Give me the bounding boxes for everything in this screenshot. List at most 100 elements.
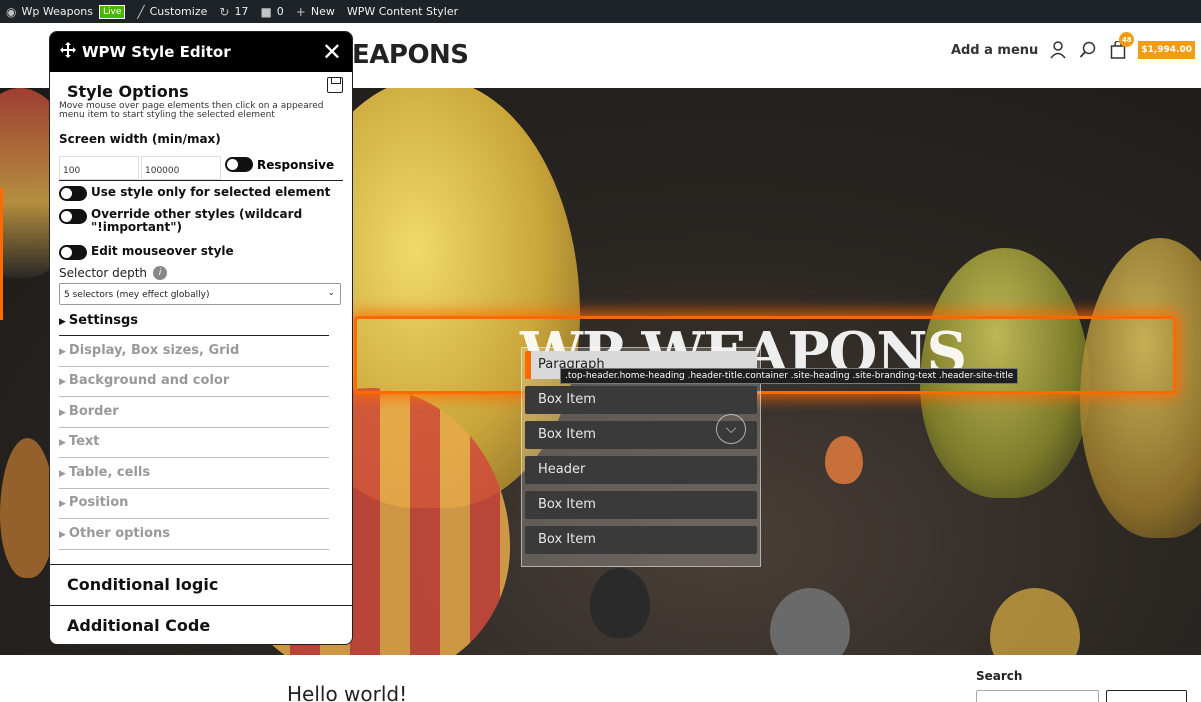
mouseover-toggle[interactable]: Edit mouseover style bbox=[59, 244, 234, 260]
search-widget-label: Search bbox=[976, 669, 1023, 683]
selected-element-toggle[interactable]: Use style only for selected element bbox=[59, 185, 330, 201]
updates-count: 17 bbox=[234, 5, 249, 18]
accordion-label: Text bbox=[68, 434, 100, 449]
cart-count-badge: 48 bbox=[1119, 32, 1135, 47]
save-icon[interactable] bbox=[327, 77, 343, 93]
admin-bar-plugin[interactable]: WPW Content Styler bbox=[341, 0, 464, 23]
triangle-right-icon: ▶ bbox=[59, 408, 66, 418]
accordion-label: Position bbox=[68, 495, 129, 510]
admin-bar-site[interactable]: ◉ Wp Weapons Live bbox=[0, 0, 131, 23]
triangle-right-icon: ▶ bbox=[59, 438, 66, 448]
divider bbox=[59, 518, 329, 519]
selected-element-label: Use style only for selected element bbox=[91, 185, 331, 199]
editor-header[interactable]: WPW Style Editor ✕ bbox=[50, 32, 352, 72]
picker-item-box-item[interactable]: Box Item bbox=[525, 526, 757, 554]
search-icon[interactable] bbox=[1078, 40, 1098, 60]
admin-bar-site-name: Wp Weapons bbox=[21, 5, 93, 18]
selector-tooltip: .top-header.home-heading .header-title.c… bbox=[560, 368, 1019, 384]
balloon-small-1 bbox=[825, 436, 863, 484]
admin-bar-new[interactable]: + New bbox=[290, 0, 341, 23]
editor-instructions: Move mouse over page elements then click… bbox=[59, 101, 324, 120]
post-title[interactable]: Hello world! bbox=[287, 682, 407, 702]
selector-depth-label: Selector depth bbox=[59, 266, 148, 280]
accordion-label: Other options bbox=[68, 526, 171, 541]
selection-edge-marker bbox=[0, 188, 3, 320]
comment-icon: ■ bbox=[260, 4, 272, 19]
search-button[interactable] bbox=[1106, 690, 1187, 702]
accordion-table[interactable]: ▶ Table, cells bbox=[59, 465, 150, 480]
balloon-small-4 bbox=[990, 588, 1080, 655]
accordion-display[interactable]: ▶ Display, Box sizes, Grid bbox=[59, 343, 239, 358]
conditional-logic-section[interactable]: Conditional logic bbox=[50, 564, 352, 605]
divider bbox=[59, 457, 329, 458]
accordion-text[interactable]: ▶ Text bbox=[59, 434, 99, 449]
selected-element-switch[interactable] bbox=[59, 186, 87, 201]
user-icon[interactable] bbox=[1048, 40, 1068, 60]
triangle-right-icon: ▶ bbox=[59, 377, 66, 387]
customize-label: Customize bbox=[149, 5, 208, 18]
responsive-switch[interactable] bbox=[225, 157, 253, 172]
accordion-settings[interactable]: ▶ Settinsgs bbox=[59, 313, 138, 328]
picker-item-box-item[interactable]: Box Item bbox=[525, 491, 757, 519]
picker-item-box-item[interactable]: Box Item bbox=[525, 386, 757, 414]
triangle-right-icon: ▶ bbox=[59, 347, 66, 357]
new-label: New bbox=[310, 5, 335, 18]
header-actions: Add a menu 48 $1,994.00 bbox=[951, 32, 1195, 60]
divider bbox=[59, 180, 343, 181]
chevron-down-icon: ⌄ bbox=[327, 288, 335, 298]
override-switch[interactable] bbox=[59, 209, 87, 224]
selector-depth-select[interactable]: 5 selectors (mey effect globally) ⌄ bbox=[59, 283, 341, 305]
accordion-border[interactable]: ▶ Border bbox=[59, 404, 119, 419]
site-title[interactable]: EAPONS bbox=[352, 40, 469, 70]
divider bbox=[59, 335, 329, 336]
comments-count: 0 bbox=[276, 5, 284, 18]
mouseover-label: Edit mouseover style bbox=[91, 244, 234, 258]
move-icon[interactable] bbox=[60, 42, 76, 62]
balloon-small-5 bbox=[0, 438, 55, 578]
picker-item-header[interactable]: Header bbox=[525, 456, 757, 484]
accordion-label: Table, cells bbox=[68, 465, 151, 480]
mouseover-switch[interactable] bbox=[59, 245, 87, 260]
admin-bar-customize[interactable]: ╱ Customize bbox=[131, 0, 213, 23]
divider bbox=[59, 549, 329, 550]
additional-code-label: Additional Code bbox=[67, 616, 211, 635]
triangle-right-icon: ▶ bbox=[59, 530, 66, 540]
selector-depth-value: 5 selectors (mey effect globally) bbox=[64, 290, 210, 300]
admin-bar: ◉ Wp Weapons Live ╱ Customize ↻ 17 ■ 0 +… bbox=[0, 0, 1201, 23]
accordion-other[interactable]: ▶ Other options bbox=[59, 526, 170, 541]
info-icon[interactable]: i bbox=[153, 266, 168, 280]
triangle-right-icon: ▶ bbox=[59, 469, 66, 479]
accordion-position[interactable]: ▶ Position bbox=[59, 495, 128, 510]
search-input[interactable] bbox=[976, 690, 1099, 702]
accordion-label: Border bbox=[68, 404, 119, 419]
max-width-input[interactable]: 100000 bbox=[141, 156, 221, 180]
admin-bar-comments[interactable]: ■ 0 bbox=[254, 0, 289, 23]
divider bbox=[59, 427, 329, 428]
divider bbox=[59, 396, 329, 397]
accordion-background[interactable]: ▶ Background and color bbox=[59, 373, 229, 388]
plugin-label: WPW Content Styler bbox=[346, 5, 459, 18]
cart-icon[interactable]: 48 bbox=[1108, 32, 1135, 60]
additional-code-section[interactable]: Additional Code bbox=[50, 605, 352, 644]
close-icon[interactable]: ✕ bbox=[322, 38, 342, 66]
style-options-heading: Style Options bbox=[67, 82, 189, 101]
style-editor-panel: WPW Style Editor ✕ Style Options Move mo… bbox=[49, 31, 353, 645]
override-styles-toggle[interactable]: Override other styles (wildcard "!import… bbox=[59, 208, 319, 234]
min-width-input[interactable]: 100 bbox=[59, 156, 139, 180]
scroll-down-icon[interactable]: ⌵ bbox=[716, 414, 746, 444]
admin-bar-updates[interactable]: ↻ 17 bbox=[213, 0, 254, 23]
cart-total[interactable]: $1,994.00 bbox=[1138, 41, 1195, 59]
add-menu-link[interactable]: Add a menu bbox=[951, 43, 1038, 58]
balloon-small-3 bbox=[770, 588, 850, 655]
responsive-toggle[interactable]: Responsive bbox=[225, 157, 334, 172]
override-label: Override other styles (wildcard "!import… bbox=[91, 207, 303, 234]
divider bbox=[59, 366, 329, 367]
selector-depth: Selector depth i bbox=[59, 266, 168, 280]
triangle-right-icon: ▶ bbox=[59, 317, 66, 327]
live-badge: Live bbox=[99, 4, 126, 19]
accordion-settings-label: Settinsgs bbox=[68, 313, 139, 328]
responsive-label: Responsive bbox=[257, 157, 335, 172]
accordion-label: Display, Box sizes, Grid bbox=[68, 343, 240, 358]
balloon-small-2 bbox=[590, 568, 650, 638]
accordion-label: Background and color bbox=[68, 373, 230, 388]
